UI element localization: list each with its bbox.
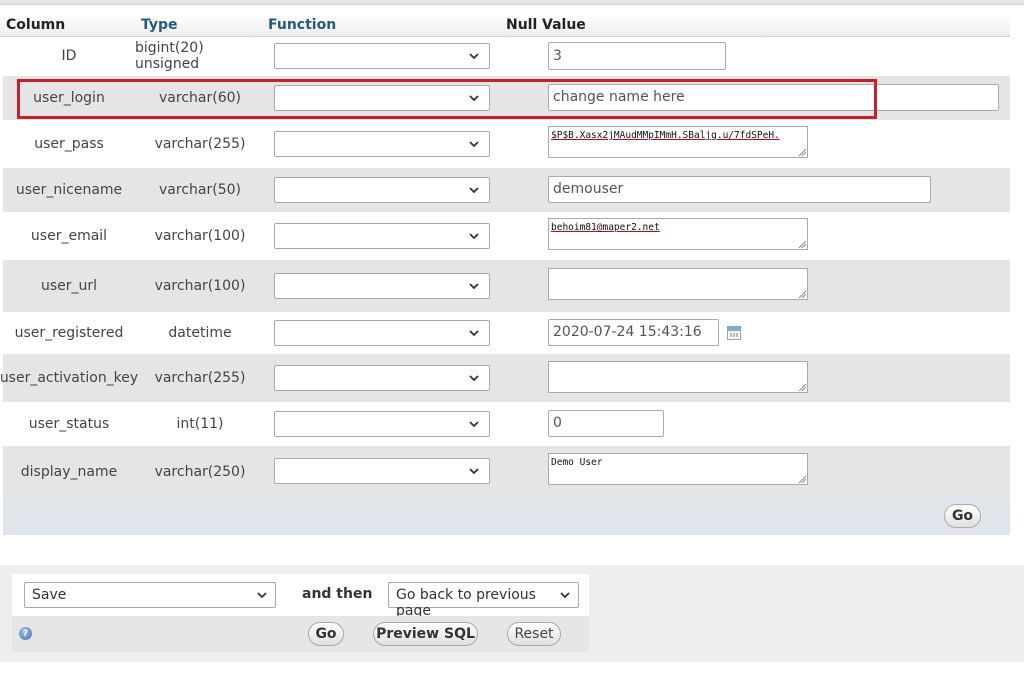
table-row: user_pass varchar(255) $P$B.Xasx2jMAudMM… — [3, 120, 1010, 168]
header-type[interactable]: Type — [141, 17, 178, 33]
table-row: display_name varchar(250) Demo User — [3, 446, 1010, 497]
and-then-label: and then — [302, 586, 373, 602]
chevron-down-icon — [469, 141, 479, 148]
table-header: Column Type Function Null Value — [0, 14, 1010, 37]
function-select[interactable] — [274, 223, 490, 249]
column-type: bigint(20) unsigned — [135, 40, 204, 72]
column-type: varchar(100) — [154, 228, 246, 244]
value-text: Demo User — [551, 457, 603, 468]
column-type: datetime — [168, 325, 232, 341]
value-textarea[interactable] — [548, 268, 808, 300]
table-row: ID bigint(20) unsigned 3 — [3, 36, 1010, 76]
chevron-down-icon — [469, 233, 479, 240]
chevron-down-icon — [469, 421, 479, 428]
header-column: Column — [6, 17, 66, 33]
function-select[interactable] — [274, 320, 490, 346]
table-row: user_email varchar(100) behoim81@maper2.… — [3, 212, 1010, 260]
function-select[interactable] — [274, 365, 490, 391]
column-type: varchar(255) — [154, 136, 246, 152]
resize-grip-icon[interactable] — [798, 240, 806, 248]
chevron-down-icon — [469, 53, 479, 60]
table-row: user_url varchar(100) — [3, 260, 1010, 312]
function-select[interactable] — [274, 43, 490, 69]
preview-sql-button[interactable]: Preview SQL — [373, 622, 478, 646]
resize-grip-icon[interactable] — [798, 475, 806, 483]
resize-grip-icon[interactable] — [798, 148, 806, 156]
actions-row: Go Preview SQL Reset — [12, 616, 589, 652]
column-name: user_pass — [34, 136, 104, 152]
insert-options-panel: Save and then Go back to previous page G… — [0, 565, 1024, 662]
resize-grip-icon[interactable] — [798, 383, 806, 391]
value-input[interactable]: 0 — [548, 410, 664, 437]
column-type: varchar(100) — [154, 278, 246, 294]
action-select[interactable]: Save — [24, 582, 276, 608]
column-name: user_status — [28, 416, 110, 432]
go-button[interactable]: Go — [308, 622, 344, 646]
function-select[interactable] — [274, 131, 490, 157]
chevron-down-icon — [560, 592, 570, 599]
resize-grip-icon[interactable] — [798, 290, 806, 298]
value-input[interactable]: 2020-07-24 15:43:16 — [548, 319, 719, 346]
after-insert-select-value: Go back to previous page — [396, 587, 536, 619]
after-insert-select[interactable]: Go back to previous page — [388, 582, 579, 619]
column-type: varchar(255) — [154, 370, 246, 386]
calendar-icon[interactable] — [727, 326, 741, 340]
function-select[interactable] — [274, 458, 490, 484]
function-select[interactable] — [274, 177, 490, 203]
function-select[interactable] — [274, 411, 490, 437]
help-icon[interactable]: ? — [19, 627, 32, 640]
highlight-box — [17, 79, 877, 119]
top-tab-strip — [0, 0, 1024, 5]
value-input[interactable]: demouser — [548, 176, 931, 203]
column-name: user_url — [40, 278, 98, 294]
column-name: user_email — [30, 228, 108, 244]
value-textarea[interactable]: Demo User — [548, 453, 808, 485]
value-textarea[interactable] — [548, 361, 808, 393]
chevron-down-icon — [257, 592, 267, 599]
table-row: user_status int(11) 0 — [3, 402, 1010, 446]
column-name: user_registered — [14, 325, 124, 341]
chevron-down-icon — [469, 468, 479, 475]
table-row: user_activation_key varchar(255) — [0, 354, 1010, 402]
header-null: Null — [506, 17, 538, 33]
chevron-down-icon — [469, 283, 479, 290]
options-row: Save and then Go back to previous page — [12, 574, 589, 619]
reset-button[interactable]: Reset — [507, 622, 561, 646]
table-row: user_registered datetime 2020-07-24 15:4… — [3, 312, 1010, 354]
value-textarea[interactable]: behoim81@maper2.net — [548, 218, 808, 250]
value-input[interactable]: 3 — [548, 42, 726, 70]
column-name: user_activation_key — [0, 370, 139, 386]
chevron-down-icon — [469, 187, 479, 194]
form-footer: Go — [3, 497, 1010, 535]
column-type: varchar(250) — [154, 463, 246, 480]
column-type: int(11) — [176, 416, 224, 432]
column-name: user_nicename — [15, 182, 123, 198]
chevron-down-icon — [469, 330, 479, 337]
table-row: user_nicename varchar(50) demouser — [3, 168, 1010, 212]
header-value: Value — [542, 17, 586, 33]
value-textarea[interactable]: $P$B.Xasx2jMAudMMpIMmH.SBaljg.u/7fdSPeH. — [548, 126, 808, 158]
value-text: $P$B.Xasx2jMAudMMpIMmH.SBaljg.u/7fdSPeH. — [551, 130, 780, 141]
go-button[interactable]: Go — [944, 504, 981, 528]
value-text: behoim81@maper2.net — [551, 222, 660, 233]
action-select-value: Save — [32, 587, 67, 603]
column-type: varchar(50) — [159, 182, 241, 198]
chevron-down-icon — [469, 375, 479, 382]
column-name: ID — [61, 48, 77, 64]
function-select[interactable] — [274, 273, 490, 299]
header-function[interactable]: Function — [268, 17, 336, 33]
column-name: display_name — [20, 463, 118, 480]
